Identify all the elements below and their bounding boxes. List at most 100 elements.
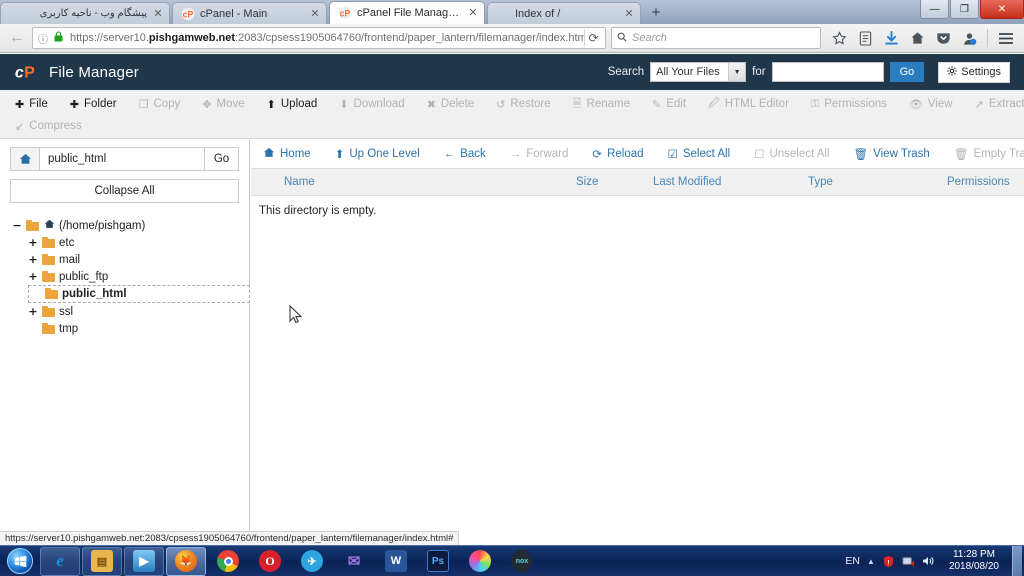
home-icon[interactable] — [905, 26, 929, 50]
sync-account-icon[interactable] — [957, 26, 981, 50]
tree-toggle-icon[interactable]: + — [28, 305, 38, 318]
tree-node-tmp[interactable]: tmp — [28, 320, 239, 337]
tree-node-ssl[interactable]: + ssl — [28, 303, 239, 320]
file-navigation-toolbar: Home ⬆ Up One Level ← Back → Forward ⟳ Reloa… — [251, 139, 1024, 169]
file-table-header: Name Size Last Modified Type Permissions — [251, 169, 1024, 196]
taskbar-word[interactable]: W — [376, 547, 416, 576]
path-go-button[interactable]: Go — [205, 147, 239, 171]
taskbar-media-player[interactable]: ▶ — [124, 546, 164, 576]
tree-node-mail[interactable]: + mail — [28, 251, 239, 268]
antivirus-icon[interactable]: ! — [882, 555, 895, 568]
back-arrow-icon: ← — [443, 147, 456, 160]
tab-close-0[interactable]: ✕ — [151, 7, 165, 21]
view-trash-button[interactable]: 🗑 View Trash — [842, 139, 942, 169]
taskbar-firefox[interactable]: 🦊 — [166, 546, 206, 576]
folder-icon — [42, 253, 55, 265]
empty-box-icon: ☐ — [754, 148, 765, 161]
toolbar-upload-button[interactable]: ⬆ Upload — [256, 92, 329, 116]
back-button[interactable]: ← — [6, 27, 28, 49]
tree-node-public-html[interactable]: public_html — [28, 285, 250, 303]
search-scope-select[interactable]: All Your Files ▼ — [650, 62, 747, 82]
color-wheel-icon — [469, 550, 491, 572]
tab-close-2[interactable]: ✕ — [466, 6, 480, 20]
toolbar-new-file-button[interactable]: ✚ File — [4, 92, 59, 116]
start-button[interactable] — [0, 546, 40, 576]
select-all-button[interactable]: ☑ Select All — [656, 139, 743, 169]
collapse-all-button[interactable]: Collapse All — [10, 179, 239, 203]
language-indicator[interactable]: EN — [845, 555, 860, 567]
taskbar-mail[interactable]: ✉ — [334, 547, 374, 576]
column-header-size[interactable]: Size — [576, 176, 598, 188]
tree-node-public-ftp[interactable]: + public_ftp — [28, 268, 239, 285]
new-tab-button[interactable]: + — [646, 4, 666, 22]
downloads-icon[interactable] — [879, 26, 903, 50]
volume-icon[interactable] — [922, 555, 936, 567]
reload-button[interactable]: ⟳ — [584, 29, 602, 47]
taskbar-opera[interactable]: O — [250, 547, 290, 576]
bookmark-star-icon[interactable] — [827, 26, 851, 50]
browser-tab-2[interactable]: cP cPanel File Manager v3 ✕ — [329, 1, 485, 24]
copy-icon: ❐ — [138, 98, 149, 111]
window-close-button[interactable]: ✕ — [980, 0, 1024, 19]
url-prefix: https://server10. — [70, 32, 149, 44]
network-icon[interactable] — [902, 555, 915, 567]
tab-close-3[interactable]: ✕ — [622, 7, 636, 21]
clock[interactable]: 11:28 PM 2018/08/20 — [943, 549, 1005, 573]
reading-list-icon[interactable] — [853, 26, 877, 50]
search-go-button[interactable]: Go — [889, 62, 925, 82]
browser-tab-0[interactable]: پیشگام وب - ناحیه کاربری ✕ — [0, 2, 170, 24]
file-explorer-icon: ▤ — [91, 550, 113, 572]
address-bar[interactable]: ⓘ https://server10.pishgamweb.net:2083/c… — [32, 27, 606, 49]
toolbar-rename-label: Rename — [586, 98, 630, 110]
column-header-last-modified[interactable]: Last Modified — [653, 176, 721, 188]
tree-node-etc[interactable]: + etc — [28, 234, 239, 251]
column-header-type[interactable]: Type — [808, 176, 833, 188]
show-hidden-icons-icon[interactable]: ▲ — [867, 557, 875, 566]
show-desktop-button[interactable] — [1012, 545, 1022, 576]
settings-button[interactable]: Settings — [938, 61, 1010, 83]
taskbar-file-explorer[interactable]: ▤ — [82, 546, 122, 576]
nav-back-button[interactable]: ← Back — [432, 139, 498, 169]
toolbar-new-folder-button[interactable]: ✚ Folder — [59, 92, 128, 116]
download-icon: ⬇ — [339, 98, 349, 111]
toolbar-upload-label: Upload — [280, 98, 318, 110]
taskbar-color-wheel[interactable] — [460, 547, 500, 576]
nav-up-one-level-button[interactable]: ⬆ Up One Level — [323, 139, 432, 169]
search-input[interactable] — [771, 62, 884, 82]
path-navigation-row: public_html Go — [10, 147, 239, 171]
browser-search-box[interactable]: Search — [611, 27, 821, 49]
nav-home-label: Home — [280, 147, 311, 160]
cpanel-logo-icon: cP — [14, 61, 40, 83]
nav-home-button[interactable]: Home — [251, 139, 323, 169]
column-header-name[interactable]: Name — [284, 176, 315, 188]
menu-hamburger-icon[interactable] — [994, 26, 1018, 50]
empty-directory-message: This directory is empty. — [259, 205, 377, 217]
window-minimize-button[interactable]: — — [920, 0, 949, 19]
browser-tab-1[interactable]: cP cPanel - Main ✕ — [172, 2, 327, 24]
window-maximize-button[interactable]: ❐ — [950, 0, 979, 19]
column-header-permissions[interactable]: Permissions — [947, 176, 1010, 188]
toolbar-permissions-label: Permissions — [824, 98, 887, 110]
tree-toggle-icon[interactable]: + — [28, 270, 38, 283]
pocket-icon[interactable] — [931, 26, 955, 50]
taskbar-chrome[interactable] — [208, 547, 248, 576]
tree-node-home[interactable]: − (/home/pishgam) — [12, 217, 239, 234]
tab-close-1[interactable]: ✕ — [308, 7, 322, 21]
taskbar-photoshop[interactable]: Ps — [418, 547, 458, 576]
home-icon[interactable] — [10, 147, 40, 171]
taskbar-telegram[interactable]: ✈ — [292, 547, 332, 576]
tree-toggle-icon[interactable]: − — [12, 219, 22, 232]
taskbar-internet-explorer[interactable]: e — [40, 546, 80, 576]
tab-label-0: پیشگام وب - ناحیه کاربری — [39, 7, 147, 19]
path-input[interactable]: public_html — [40, 147, 205, 171]
browser-tab-3[interactable]: Index of / ✕ — [487, 2, 641, 24]
clock-time: 11:28 PM — [952, 549, 995, 560]
unselect-all-button: ☐ Unselect All — [742, 139, 841, 169]
tree-toggle-icon[interactable]: + — [28, 253, 38, 266]
browser-window: پیشگام وب - ناحیه کاربری ✕ cP cPanel - M… — [0, 0, 1024, 576]
nav-reload-button[interactable]: ⟳ Reload — [580, 139, 655, 169]
site-identity-icon[interactable]: ⓘ — [36, 31, 50, 46]
tree-toggle-icon[interactable]: + — [28, 236, 38, 249]
taskbar-nox-player[interactable]: nox — [502, 547, 542, 576]
system-tray: EN ▲ ! 11:28 PM 2018/08/20 — [845, 545, 1024, 576]
